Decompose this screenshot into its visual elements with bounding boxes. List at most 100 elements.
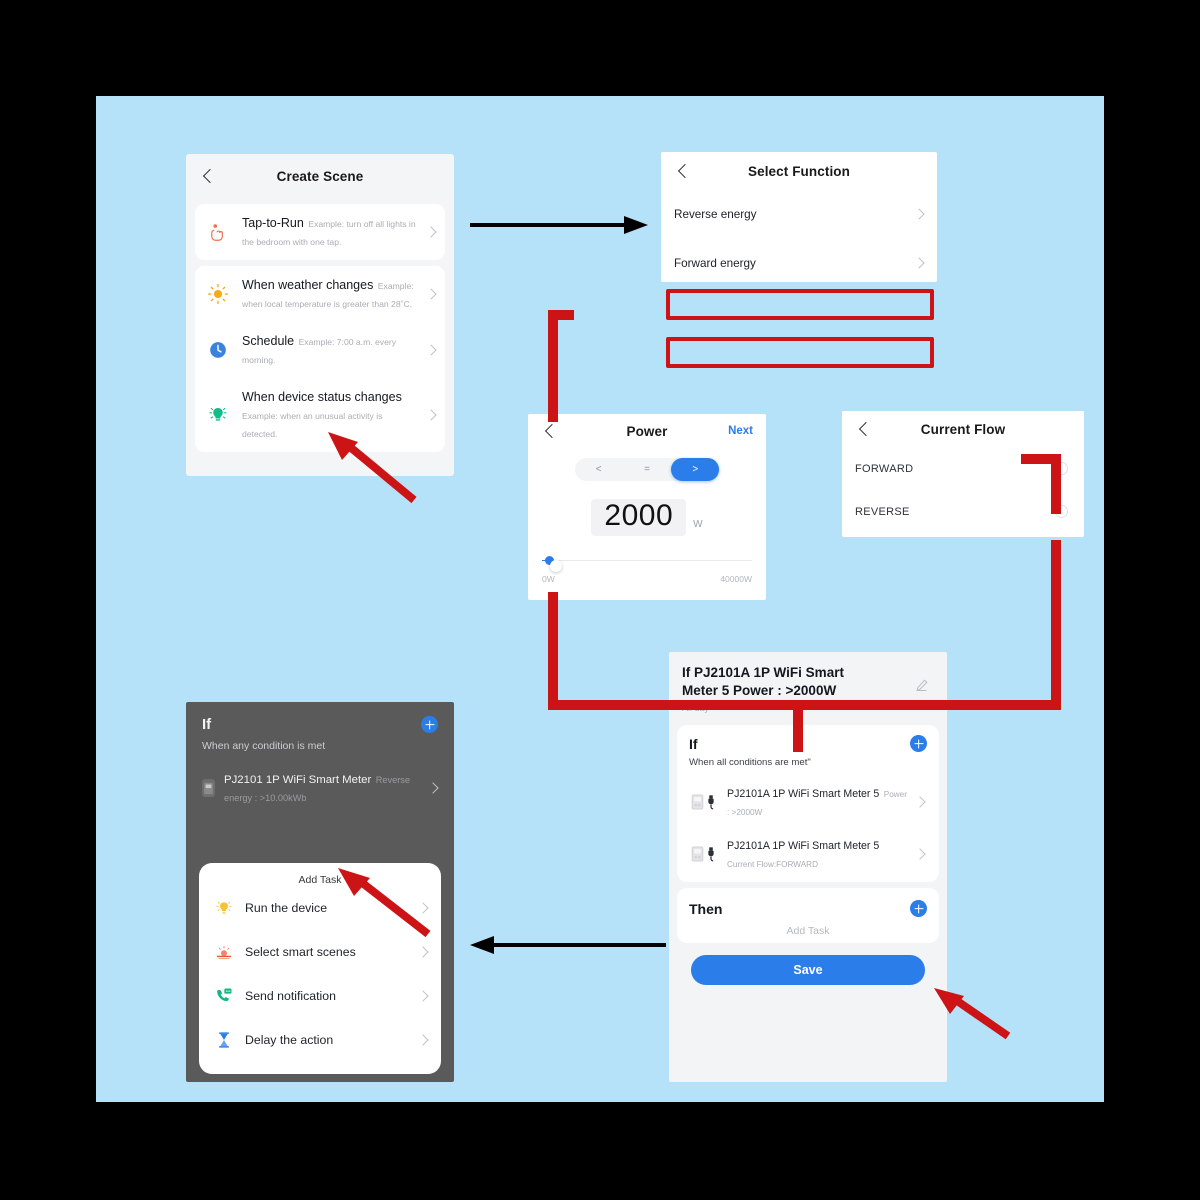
chevron-left-icon[interactable]: [858, 423, 870, 435]
operator-group: < = >: [574, 458, 720, 481]
condition-row-device[interactable]: PJ2101 1P WiFi Smart Meter Reverse energ…: [202, 770, 438, 806]
power-value-field[interactable]: 2000: [591, 499, 687, 536]
scene-title: If PJ2101A 1P WiFi Smart Meter 5 Power :…: [682, 665, 844, 698]
operator-less-than[interactable]: <: [575, 458, 623, 481]
power-header: Power Next: [528, 414, 766, 448]
chevron-right-icon: [915, 259, 924, 268]
plus-circle-icon-if[interactable]: [421, 716, 438, 733]
clock-icon: [203, 340, 233, 360]
power-slider[interactable]: [542, 555, 752, 572]
plus-circle-icon-then[interactable]: [910, 900, 927, 918]
triggers-group: When weather changes Example: when local…: [195, 266, 445, 452]
device-status-icon: [203, 404, 233, 426]
condition-row-current-flow[interactable]: PJ2101A 1P WiFi Smart Meter 5 Current Fl…: [683, 828, 933, 880]
option-label: FORWARD: [855, 462, 914, 475]
connector-scene-down: [793, 700, 803, 752]
highlight-box-power: [666, 289, 934, 320]
chevron-right-icon: [427, 411, 436, 420]
bulb-icon: [213, 898, 235, 918]
chevron-right-icon: [419, 948, 428, 957]
chevron-right-icon: [429, 784, 438, 793]
then-card-header: Then: [677, 900, 939, 918]
power-panel: Power Next < = > 2000 W 0W 40000W: [528, 414, 766, 600]
option-label: REVERSE: [855, 505, 910, 518]
chevron-left-icon[interactable]: [544, 425, 556, 437]
current-flow-option-reverse[interactable]: REVERSE: [842, 490, 1084, 533]
device-detail: Current Flow:FORWARD: [727, 860, 818, 870]
add-task-placeholder[interactable]: Add Task: [677, 925, 939, 937]
red-arrow-pointer-device-status: [328, 432, 417, 504]
operator-equals[interactable]: =: [623, 458, 671, 481]
diagram-canvas: Create Scene Tap-to-Run Example: turn of…: [96, 96, 1104, 1102]
pencil-icon[interactable]: [914, 678, 929, 693]
slider-labels: 0W 40000W: [542, 574, 752, 584]
sun-weather-icon: [203, 283, 233, 305]
if-card-header: If: [677, 735, 939, 753]
chevron-left-icon[interactable]: [677, 165, 689, 177]
tap-to-run-text: Tap-to-Run Example: turn off all lights …: [242, 214, 418, 250]
tap-hand-icon: [203, 221, 233, 243]
function-row-reverse-energy[interactable]: Reverse energy: [661, 190, 937, 239]
chevron-left-icon[interactable]: [202, 170, 214, 182]
chevron-right-icon: [427, 228, 436, 237]
slider-min-label: 0W: [542, 573, 555, 584]
list-item-weather[interactable]: When weather changes Example: when local…: [195, 266, 445, 322]
connector-power-horizontal: [548, 310, 574, 320]
function-label: Forward energy: [674, 257, 756, 270]
sheet-item-delay-action[interactable]: Delay the action: [199, 1018, 441, 1062]
scene-sunrise-icon: [213, 942, 235, 962]
page-title: Power: [626, 423, 668, 439]
list-item-tap-to-run[interactable]: Tap-to-Run Example: turn off all lights …: [195, 204, 445, 260]
page-title: Current Flow: [920, 421, 1006, 437]
sheet-item-send-notification[interactable]: Send notification: [199, 974, 441, 1018]
power-value-row: 2000 W: [528, 499, 766, 536]
operator-segmented-control: < = >: [528, 458, 766, 481]
if-label: If: [689, 735, 698, 752]
function-label: Reverse energy: [674, 208, 757, 221]
condition-text-wrap: PJ2101A 1P WiFi Smart Meter 5 Current Fl…: [727, 836, 910, 872]
if-card: If When all conditions are met" PJ2101A …: [677, 725, 939, 883]
connector-power-vertical: [548, 310, 558, 422]
then-label: Then: [689, 900, 723, 917]
function-row-forward-energy[interactable]: Forward energy: [661, 239, 937, 282]
sheet-item-label: Send notification: [245, 989, 336, 1003]
chevron-right-icon: [915, 210, 924, 219]
chevron-right-icon: [427, 290, 436, 299]
list-item-title: Tap-to-Run: [242, 216, 304, 230]
black-arrow-left: [470, 936, 666, 954]
slider-max-label: 40000W: [720, 573, 752, 584]
create-scene-header: Create Scene: [186, 154, 454, 198]
sheet-item-label: Select smart scenes: [245, 945, 356, 959]
connector-power-down: [548, 592, 558, 710]
list-item-title: Schedule: [242, 334, 295, 348]
if-label: If: [202, 716, 212, 733]
if-row: If: [202, 716, 438, 733]
phone-message-icon: [213, 986, 235, 1006]
device-name: PJ2101 1P WiFi Smart Meter: [224, 774, 372, 786]
select-function-header: Select Function: [661, 152, 937, 190]
page-title: Select Function: [747, 163, 850, 179]
connector-currentflow-down: [1051, 540, 1061, 710]
plus-circle-icon-if[interactable]: [910, 735, 927, 753]
if-condition-text: When all conditions are met": [689, 757, 811, 769]
screenshot-root: Create Scene Tap-to-Run Example: turn of…: [0, 0, 1200, 1200]
schedule-text: Schedule Example: 7:00 a.m. every mornin…: [242, 332, 418, 368]
smart-meter-icon: [202, 779, 216, 797]
chevron-right-icon: [419, 992, 428, 1001]
list-item-title: When weather changes: [242, 278, 374, 292]
tap-to-run-group: Tap-to-Run Example: turn off all lights …: [195, 204, 445, 260]
next-button[interactable]: Next: [728, 425, 753, 437]
condition-row-power[interactable]: PJ2101A 1P WiFi Smart Meter 5 Power : >2…: [683, 776, 933, 828]
chevron-right-icon: [916, 798, 925, 807]
then-card: Then Add Task: [677, 888, 939, 944]
connector-bottom-horizontal: [548, 700, 1061, 710]
red-arrow-pointer-run-device: [338, 868, 431, 938]
operator-greater-than[interactable]: >: [671, 458, 720, 481]
condition-list: PJ2101A 1P WiFi Smart Meter 5 Power : >2…: [683, 776, 933, 881]
weather-text: When weather changes Example: when local…: [242, 276, 418, 312]
slider-knob[interactable]: [550, 559, 562, 572]
device-text-wrap: PJ2101 1P WiFi Smart Meter Reverse energ…: [224, 770, 420, 806]
save-button[interactable]: Save: [691, 955, 925, 986]
list-item-schedule[interactable]: Schedule Example: 7:00 a.m. every mornin…: [195, 322, 445, 378]
chevron-right-icon: [916, 850, 925, 859]
